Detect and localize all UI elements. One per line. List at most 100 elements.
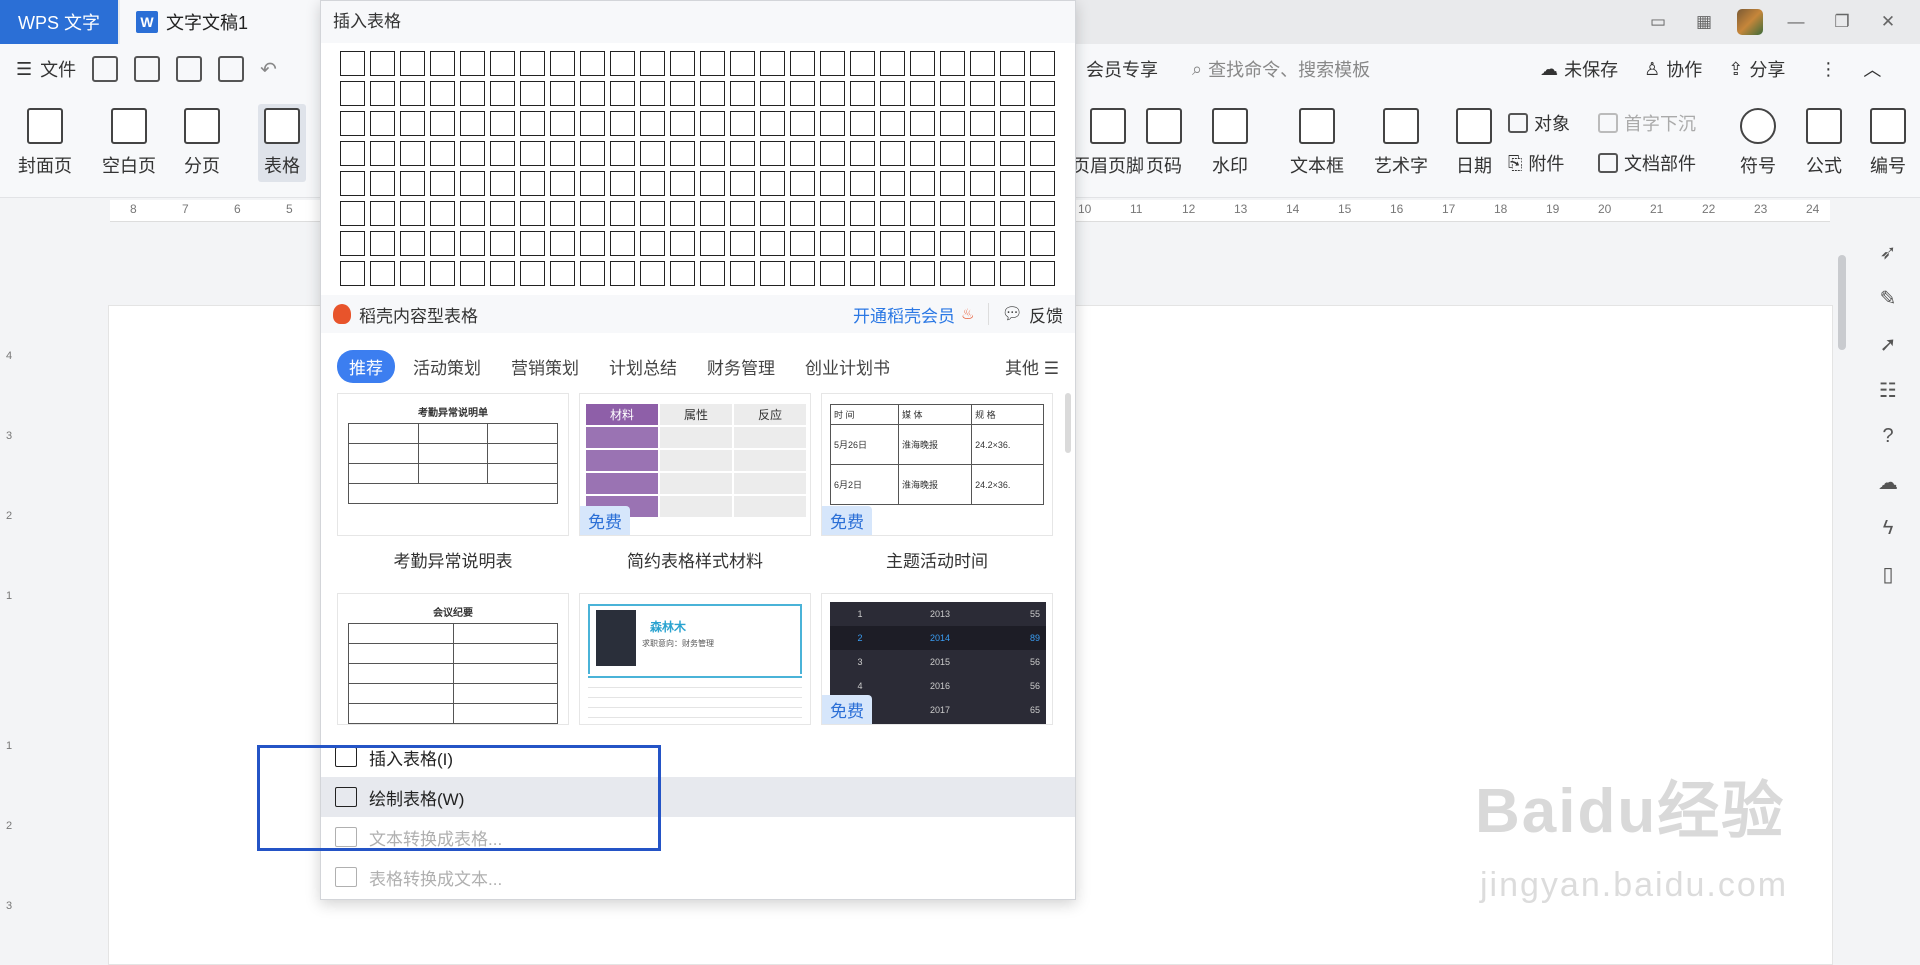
grid-cell[interactable] — [850, 51, 875, 76]
grid-cell[interactable] — [520, 111, 545, 136]
grid-cell[interactable] — [820, 141, 845, 166]
grid-cell[interactable] — [880, 141, 905, 166]
grid-cell[interactable] — [520, 51, 545, 76]
grid-cell[interactable] — [850, 81, 875, 106]
grid-cell[interactable] — [940, 261, 965, 286]
grid-cell[interactable] — [880, 201, 905, 226]
grid-cell[interactable] — [1030, 201, 1055, 226]
category-marketing[interactable]: 营销策划 — [511, 354, 579, 379]
grid-cell[interactable] — [760, 171, 785, 196]
grid-cell[interactable] — [760, 81, 785, 106]
close-icon[interactable]: ✕ — [1870, 7, 1906, 37]
template-card-resume[interactable]: 森林木 求职意向：财务管理 — [579, 593, 811, 725]
grid-cell[interactable] — [400, 231, 425, 256]
table-to-text-item[interactable]: 表格转换成文本... — [321, 857, 1075, 897]
grid-cell[interactable] — [1000, 171, 1025, 196]
grid-cell[interactable] — [880, 111, 905, 136]
grid-cell[interactable] — [640, 51, 665, 76]
grid-cell[interactable] — [400, 111, 425, 136]
grid-cell[interactable] — [460, 231, 485, 256]
grid-cell[interactable] — [820, 231, 845, 256]
grid-cell[interactable] — [640, 261, 665, 286]
template-card-dark-data[interactable]: 12013552201489320155642016565201765 免费 — [821, 593, 1053, 725]
grid-cell[interactable] — [910, 231, 935, 256]
grid-cell[interactable] — [550, 141, 575, 166]
grid-cell[interactable] — [880, 261, 905, 286]
command-search[interactable]: ⌕ 查找命令、搜索模板 — [1192, 56, 1370, 82]
grid-cell[interactable] — [970, 51, 995, 76]
grid-cell[interactable] — [430, 231, 455, 256]
grid-cell[interactable] — [610, 231, 635, 256]
grid-cell[interactable] — [490, 51, 515, 76]
grid-cell[interactable] — [520, 171, 545, 196]
print-icon[interactable] — [176, 56, 203, 82]
grid-cell[interactable] — [370, 81, 395, 106]
grid-cell[interactable] — [970, 111, 995, 136]
grid-cell[interactable] — [700, 141, 725, 166]
grid-cell[interactable] — [910, 81, 935, 106]
grid-cell[interactable] — [580, 81, 605, 106]
grid-cell[interactable] — [340, 171, 365, 196]
grid-cell[interactable] — [610, 81, 635, 106]
grid-cell[interactable] — [460, 51, 485, 76]
page-break-button[interactable]: 分页 — [184, 108, 220, 178]
grid-cell[interactable] — [340, 141, 365, 166]
grid-cell[interactable] — [1030, 81, 1055, 106]
grid-cell[interactable] — [940, 111, 965, 136]
grid-cell[interactable] — [790, 231, 815, 256]
grid-cell[interactable] — [700, 231, 725, 256]
grid-cell[interactable] — [340, 201, 365, 226]
grid-cell[interactable] — [670, 141, 695, 166]
grid-cell[interactable] — [850, 171, 875, 196]
grid-cell[interactable] — [520, 141, 545, 166]
doc-part-button[interactable]: 文档部件 — [1598, 150, 1696, 176]
table-button[interactable]: 表格 — [258, 104, 306, 182]
cursor-icon[interactable]: ➚ — [1876, 332, 1900, 356]
grid-cell[interactable] — [820, 201, 845, 226]
page-number-button[interactable]: 页码 — [1146, 108, 1182, 178]
drop-cap-button[interactable]: 首字下沉 — [1598, 110, 1696, 136]
cloud-doc-icon[interactable]: ☁ — [1876, 470, 1900, 494]
grid-cell[interactable] — [430, 81, 455, 106]
grid-cell[interactable] — [910, 111, 935, 136]
grid-cell[interactable] — [370, 261, 395, 286]
header-footer-button[interactable]: 页眉页脚 — [1072, 108, 1144, 178]
grid-cell[interactable] — [400, 201, 425, 226]
grid-cell[interactable] — [580, 261, 605, 286]
grid-cell[interactable] — [430, 111, 455, 136]
category-recommended[interactable]: 推荐 — [337, 349, 395, 383]
grid-cell[interactable] — [580, 231, 605, 256]
lightning-icon[interactable]: ϟ — [1876, 516, 1900, 540]
grid-cell[interactable] — [430, 171, 455, 196]
grid-cell[interactable] — [550, 81, 575, 106]
member-menu[interactable]: 会员专享 — [1086, 56, 1158, 82]
print-preview-icon[interactable] — [218, 56, 245, 82]
grid-cell[interactable] — [580, 111, 605, 136]
grid-cell[interactable] — [610, 51, 635, 76]
grid-cell[interactable] — [700, 51, 725, 76]
restore-icon[interactable]: ❐ — [1824, 7, 1860, 37]
save-icon[interactable] — [92, 56, 119, 82]
grid-cell[interactable] — [610, 171, 635, 196]
grid-cell[interactable] — [1000, 51, 1025, 76]
grid-cell[interactable] — [460, 171, 485, 196]
grid-cell[interactable] — [730, 81, 755, 106]
open-member-link[interactable]: 开通稻壳会员 — [853, 302, 955, 327]
grid-cell[interactable] — [820, 171, 845, 196]
grid-cell[interactable] — [880, 171, 905, 196]
grid-cell[interactable] — [370, 51, 395, 76]
grid-cell[interactable] — [490, 231, 515, 256]
grid-cell[interactable] — [760, 141, 785, 166]
more-menu-icon[interactable]: ⋮ — [1819, 59, 1837, 80]
grid-cell[interactable] — [610, 261, 635, 286]
grid-cell[interactable] — [550, 111, 575, 136]
grid-cell[interactable] — [490, 171, 515, 196]
grid-cell[interactable] — [850, 261, 875, 286]
watermark-button[interactable]: 水印 — [1212, 108, 1248, 178]
grid-cell[interactable] — [1030, 141, 1055, 166]
grid-cell[interactable] — [640, 171, 665, 196]
grid-cell[interactable] — [670, 81, 695, 106]
grid-cell[interactable] — [700, 111, 725, 136]
grid-cell[interactable] — [460, 81, 485, 106]
grid-cell[interactable] — [610, 141, 635, 166]
